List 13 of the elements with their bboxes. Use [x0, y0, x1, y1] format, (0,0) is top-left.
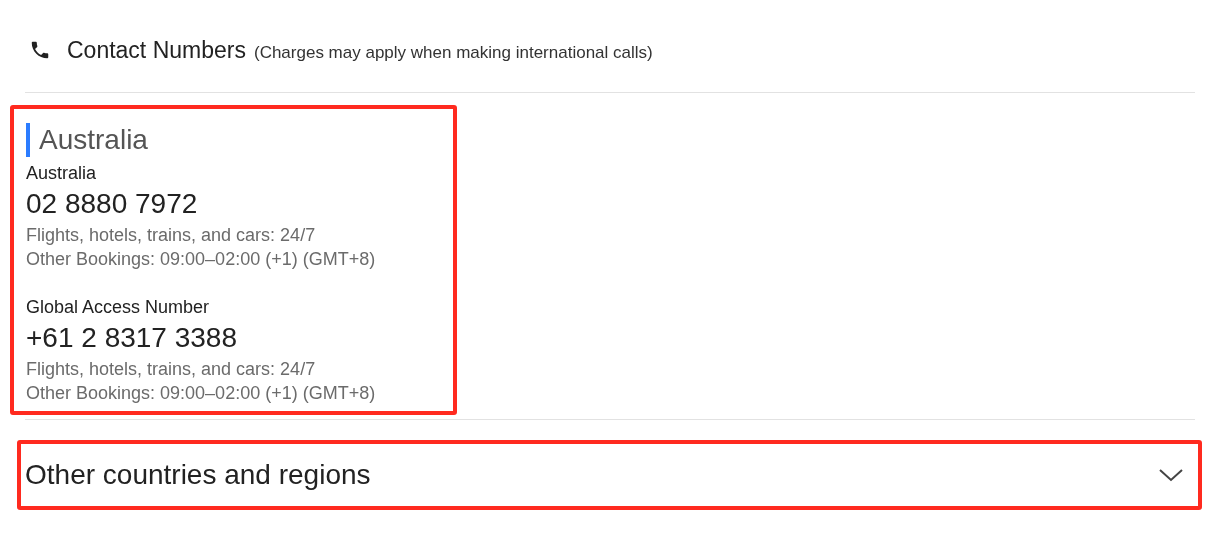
hours-text: Flights, hotels, trains, and cars: 24/7: [26, 224, 317, 247]
hours-text: Flights, hotels, trains, and cars: 24/7: [26, 358, 317, 381]
phone-number: +61 2 8317 3388: [26, 321, 238, 355]
number-label: Global Access Number: [26, 296, 211, 319]
section-title: Contact Numbers: [67, 35, 246, 65]
number-label: Australia: [26, 162, 98, 185]
hours-text: Other Bookings: 09:00–02:00 (+1) (GMT+8): [26, 248, 377, 271]
phone-number: 02 8880 7972: [26, 187, 199, 221]
phone-icon: [29, 39, 51, 61]
other-regions-toggle[interactable]: Other countries and regions: [17, 440, 1202, 510]
hours-text: Other Bookings: 09:00–02:00 (+1) (GMT+8): [26, 382, 377, 405]
charges-note: (Charges may apply when making international calls): [253, 41, 653, 64]
region-title: Australia: [26, 123, 453, 157]
